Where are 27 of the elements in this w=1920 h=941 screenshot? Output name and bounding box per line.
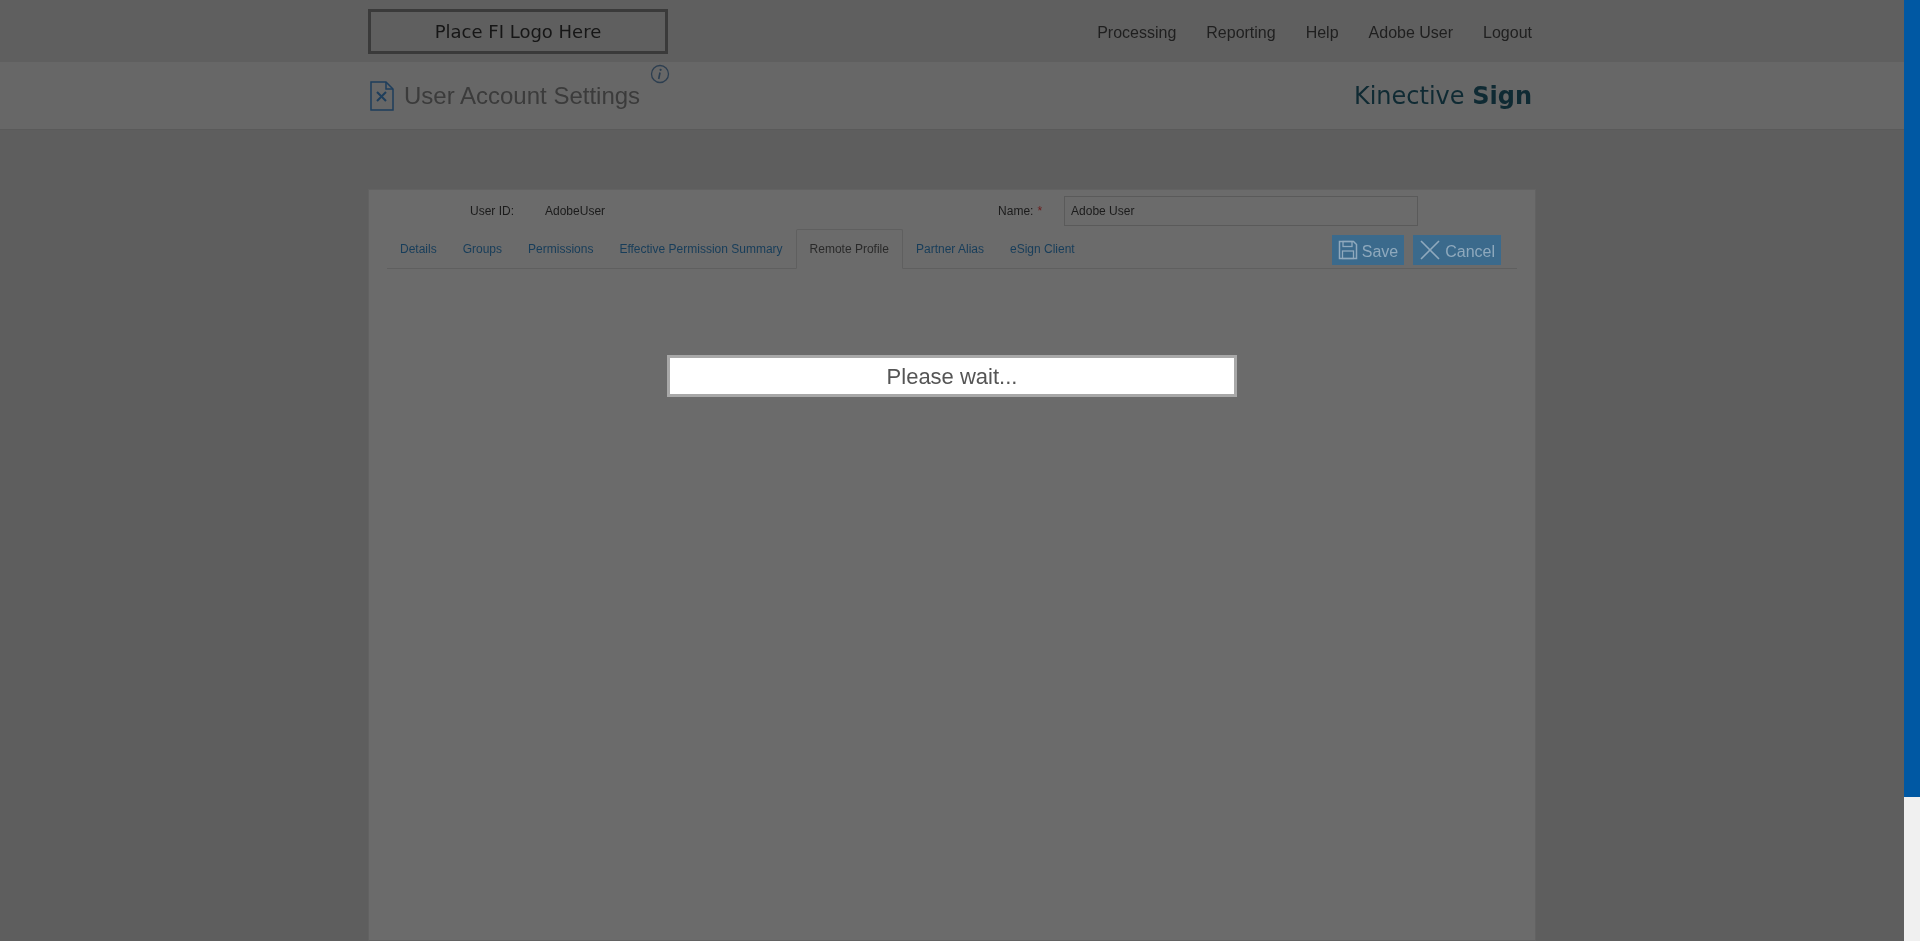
nav-link[interactable]: Logout bbox=[1483, 21, 1532, 45]
tab[interactable]: Effective Permission Summary bbox=[606, 229, 796, 268]
tab[interactable]: Details bbox=[387, 229, 450, 268]
settings-document-icon bbox=[370, 80, 394, 111]
save-button[interactable]: Save bbox=[1331, 235, 1405, 265]
tab[interactable]: Partner Alias bbox=[902, 229, 997, 268]
name-input-field[interactable]: Adobe User bbox=[1064, 196, 1419, 226]
close-icon bbox=[1419, 239, 1442, 261]
user-id-value: AdobeUser bbox=[545, 203, 606, 220]
tab[interactable]: Permissions bbox=[515, 229, 607, 268]
tab[interactable]: eSign Client bbox=[997, 229, 1088, 268]
loading-message: Please wait... bbox=[667, 355, 1237, 397]
info-icon[interactable] bbox=[650, 63, 671, 84]
brand-logo-text: Kinective Sign bbox=[1353, 80, 1533, 112]
nav-link[interactable]: Adobe User bbox=[1368, 21, 1454, 45]
nav-link[interactable]: Processing bbox=[1097, 21, 1177, 45]
nav-link[interactable]: Reporting bbox=[1206, 21, 1276, 45]
required-mark: * bbox=[1037, 203, 1043, 220]
tab[interactable]: Groups bbox=[449, 229, 516, 268]
name-label: Name: bbox=[998, 203, 1034, 220]
scrollbar[interactable] bbox=[1904, 0, 1920, 941]
cancel-button[interactable]: Cancel bbox=[1413, 235, 1501, 265]
scrollbar-thumb[interactable] bbox=[1904, 0, 1920, 797]
tab[interactable]: Remote Profile bbox=[795, 229, 903, 269]
user-id-label: User ID: bbox=[470, 203, 514, 220]
logo-placeholder-text: Place FI Logo Here bbox=[434, 19, 602, 44]
nav-link[interactable]: Help bbox=[1305, 21, 1339, 45]
